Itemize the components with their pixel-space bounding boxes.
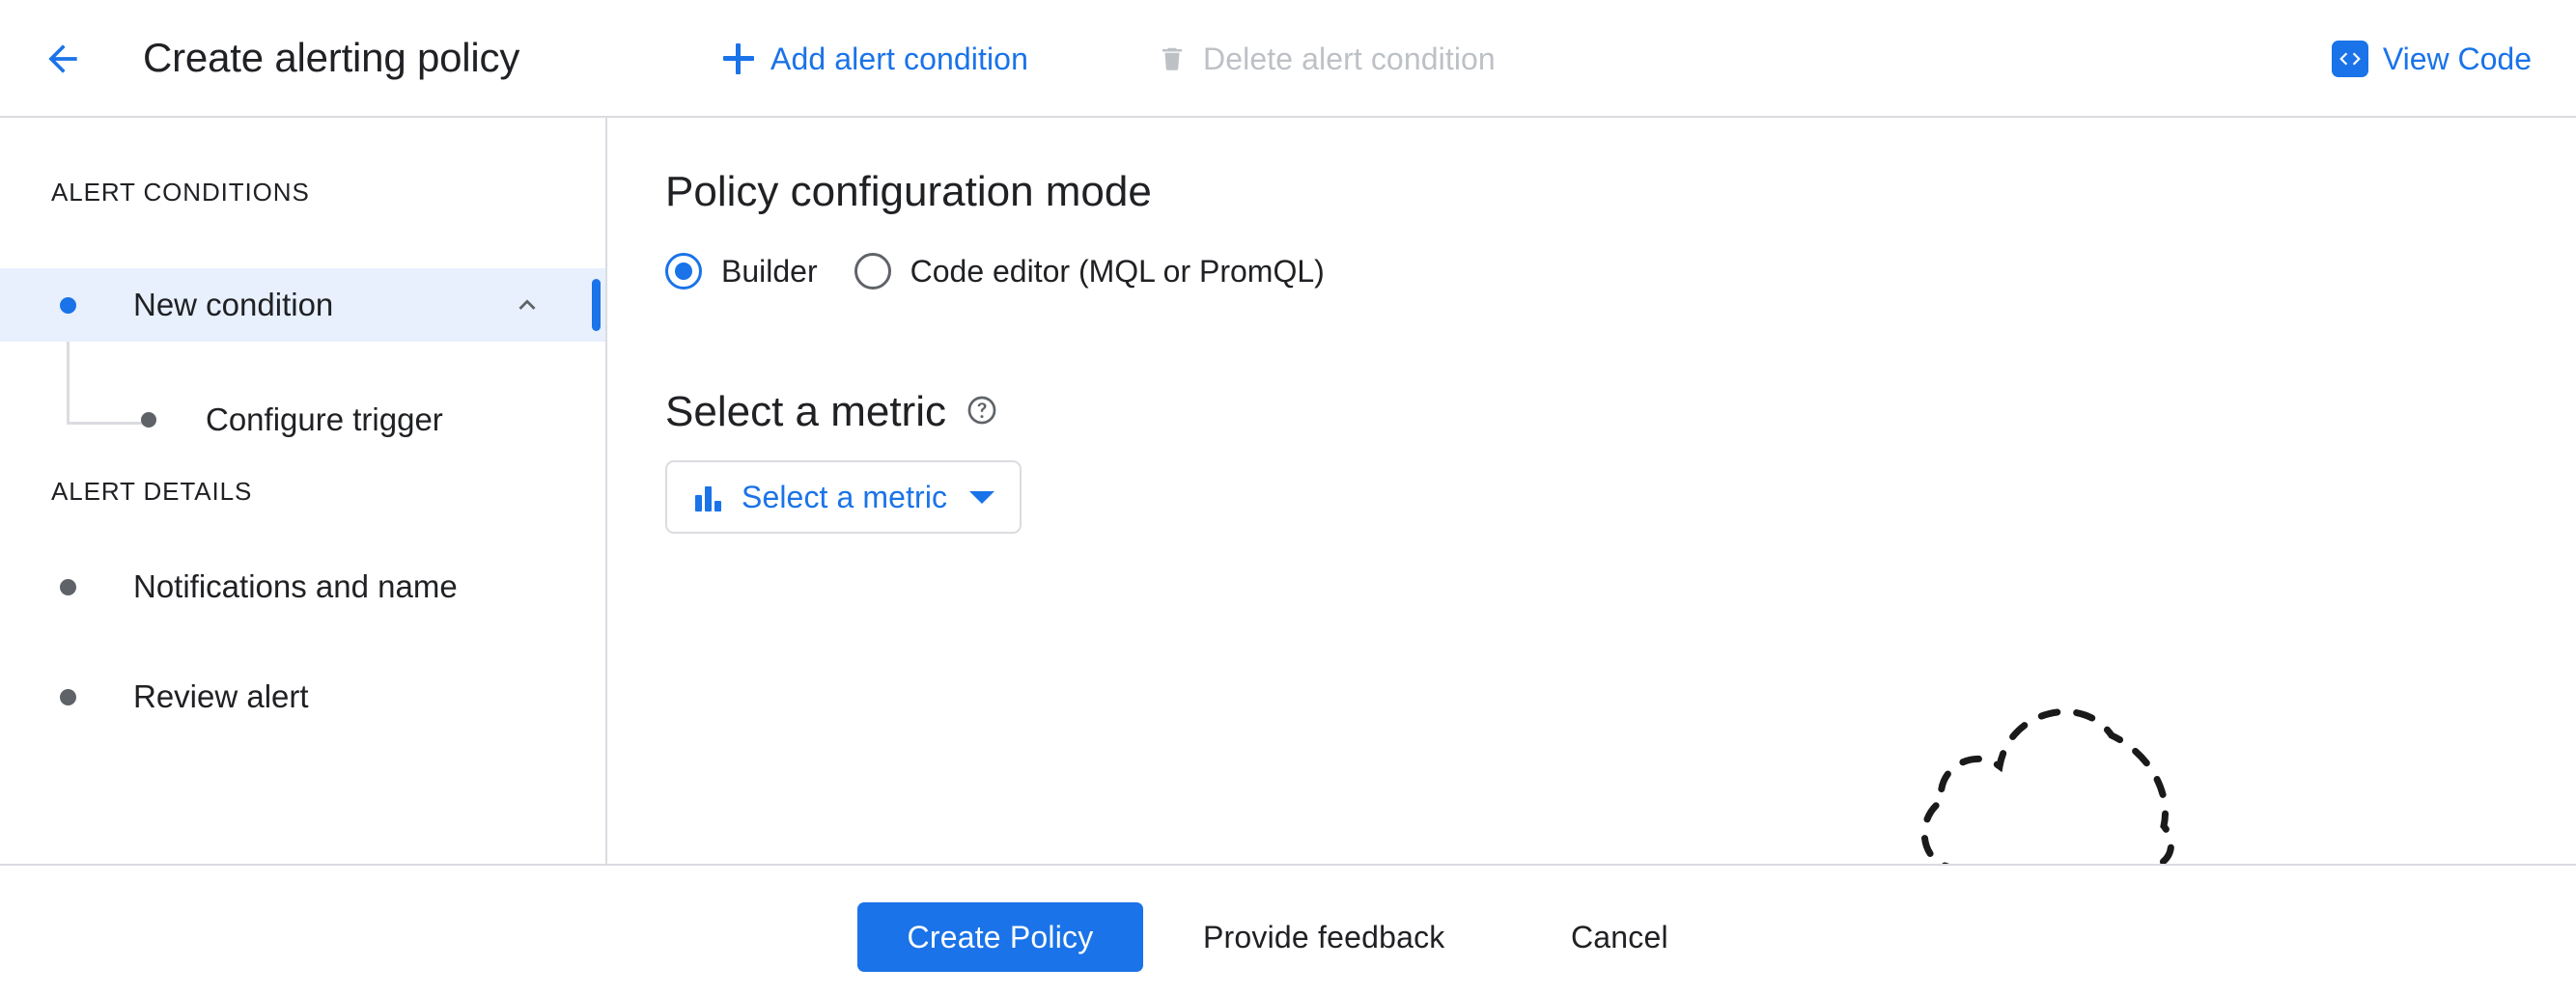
sidebar-section-alert-conditions: ALERT CONDITIONS [51, 178, 310, 207]
sidebar-item-notifications-and-name[interactable]: Notifications and name [0, 550, 605, 623]
arrow-left-icon [42, 38, 84, 80]
add-alert-condition-button[interactable]: Add alert condition [710, 25, 1042, 93]
sidebar-navigation: ALERT CONDITIONS New condition Configure… [0, 118, 607, 864]
trash-icon [1158, 42, 1187, 75]
radio-code-editor[interactable]: Code editor (MQL or PromQL) [854, 253, 1325, 290]
code-brackets-icon [2331, 41, 2368, 77]
main-content: Policy configuration mode Builder Code e… [609, 118, 2576, 864]
radio-unselected-icon [854, 253, 891, 290]
active-item-indicator [592, 279, 601, 331]
plus-icon [723, 43, 754, 74]
sidebar-item-review-alert[interactable]: Review alert [0, 660, 605, 733]
select-a-metric-heading: Select a metric [665, 388, 946, 435]
view-code-button[interactable]: View Code [2320, 25, 2543, 93]
view-code-label: View Code [2382, 41, 2532, 76]
radio-code-editor-label: Code editor (MQL or PromQL) [910, 253, 1325, 289]
sidebar-item-label: Review alert [133, 678, 309, 714]
dashed-cloud-icon [1893, 647, 2222, 864]
policy-configuration-mode-heading: Policy configuration mode [665, 168, 1152, 215]
page-header: Create alerting policy Add alert conditi… [0, 0, 2576, 118]
policy-configuration-mode-radio-group: Builder Code editor (MQL or PromQL) [665, 253, 1325, 290]
back-button[interactable] [33, 29, 93, 89]
page-footer: Create Policy Provide feedback Cancel [0, 864, 2576, 995]
sidebar-item-label: New condition [133, 287, 334, 322]
sidebar-item-label: Configure trigger [206, 401, 443, 437]
add-alert-condition-label: Add alert condition [770, 41, 1028, 76]
delete-alert-condition-button: Delete alert condition [1144, 25, 1509, 93]
sidebar-item-new-condition[interactable]: New condition [0, 268, 605, 342]
sidebar-section-alert-details: ALERT DETAILS [51, 477, 253, 506]
delete-alert-condition-label: Delete alert condition [1203, 41, 1496, 76]
create-policy-button[interactable]: Create Policy [857, 902, 1143, 972]
provide-feedback-button[interactable]: Provide feedback [1182, 902, 1466, 972]
radio-builder[interactable]: Builder [665, 253, 818, 290]
bullet-dot-icon [60, 688, 76, 705]
bar-chart-icon [694, 483, 723, 511]
create-alerting-policy-page: Create alerting policy Add alert conditi… [0, 0, 2576, 995]
caret-down-icon [969, 490, 995, 504]
radio-builder-label: Builder [721, 253, 818, 289]
radio-selected-icon [665, 253, 702, 290]
bullet-dot-icon [60, 296, 76, 314]
page-title: Create alerting policy [143, 35, 520, 80]
select-a-metric-heading-row: Select a metric [665, 388, 998, 436]
select-a-metric-dropdown-button[interactable]: Select a metric [665, 460, 1022, 534]
sidebar-item-label: Notifications and name [133, 568, 458, 604]
bullet-dot-icon [141, 412, 156, 428]
chevron-up-icon[interactable] [511, 289, 544, 321]
bullet-dot-icon [60, 578, 76, 595]
cancel-button[interactable]: Cancel [1550, 902, 1690, 972]
select-a-metric-button-label: Select a metric [742, 479, 948, 514]
sidebar-item-configure-trigger[interactable]: Configure trigger [0, 383, 605, 456]
help-circle-icon[interactable] [966, 394, 998, 431]
